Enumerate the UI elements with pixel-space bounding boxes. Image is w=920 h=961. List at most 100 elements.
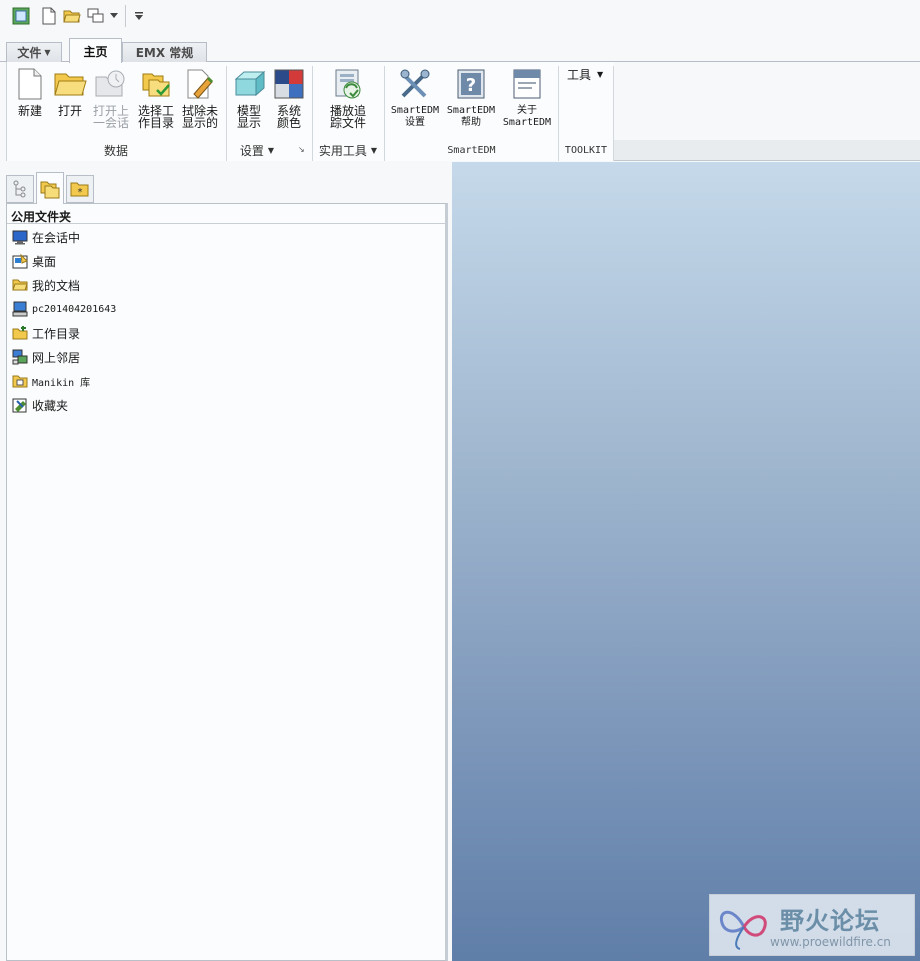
nav-item-working-directory[interactable]: 工作目录: [12, 323, 80, 343]
svg-text:?: ?: [466, 75, 476, 96]
butterfly-logo-icon: [719, 910, 767, 950]
chevron-down-icon: ▼: [370, 146, 378, 155]
nav-item-label: 桌面: [32, 254, 57, 269]
open-folder-icon[interactable]: [62, 6, 82, 26]
system-colors-button[interactable]: 系统 颜色: [271, 66, 307, 129]
tab-emx[interactable]: EMX 常规: [122, 42, 207, 62]
about-smartedm-label: 关于 SmartEDM: [502, 105, 552, 128]
tools-menu-label: 工具: [567, 68, 592, 82]
working-directory-icon: [139, 66, 173, 102]
new-button[interactable]: 新建: [12, 66, 48, 117]
tab-emx-label: EMX 常规: [135, 46, 194, 60]
smartedm-settings-button[interactable]: SmartEDM 设置: [390, 66, 440, 129]
nav-item-label: pc201404201643: [32, 303, 117, 315]
nav-item-manikin-library[interactable]: Manikin 库: [12, 371, 90, 391]
watermark-title: 野火论坛: [780, 907, 880, 935]
model-display-button[interactable]: 模型 显示: [231, 66, 267, 129]
library-folder-icon: [12, 373, 28, 389]
erase-not-displayed-button[interactable]: 拭除未 显示的: [180, 66, 220, 129]
navigator-pane: * 公用文件夹 在会话中 桌面 我的文档 pc201404201643 工作目录…: [6, 172, 448, 961]
favorites-folder-icon: *: [70, 182, 89, 198]
erase-icon: [183, 66, 217, 102]
computer-icon: [12, 301, 28, 317]
nav-item-in-session[interactable]: 在会话中: [12, 227, 80, 247]
chevron-down-icon: ▼: [597, 70, 604, 79]
about-smartedm-button[interactable]: 关于 SmartEDM: [502, 66, 552, 129]
system-colors-label: 系统 颜色: [276, 104, 301, 130]
nav-item-network[interactable]: 网上邻居: [12, 347, 80, 367]
new-button-label: 新建: [17, 104, 42, 118]
smartedm-help-button[interactable]: ? SmartEDM 帮助: [446, 66, 496, 129]
nav-item-desktop[interactable]: 桌面: [12, 251, 56, 271]
smartedm-settings-label: SmartEDM 设置: [390, 105, 440, 128]
new-file-icon: [13, 66, 47, 102]
customize-toolbar-icon[interactable]: [129, 6, 149, 26]
play-trail-file-label: 播放追 踪文件: [329, 104, 366, 130]
tab-home[interactable]: 主页: [69, 38, 122, 63]
nav-item-my-documents[interactable]: 我的文档: [12, 275, 80, 295]
group-label-data: 数据: [103, 144, 128, 158]
network-icon: [12, 349, 28, 365]
erase-not-displayed-label: 拭除未 显示的: [181, 104, 218, 130]
tab-file[interactable]: 文件 ▼: [6, 42, 62, 62]
svg-text:*: *: [78, 187, 83, 198]
play-trail-file-button[interactable]: 播放追 踪文件: [326, 66, 370, 129]
quick-access-toolbar: [0, 0, 920, 34]
nav-item-label: 工作目录: [32, 326, 81, 341]
dialog-launcher-icon[interactable]: ↘: [298, 145, 308, 155]
group-label-settings[interactable]: 设置 ▼: [227, 142, 287, 159]
select-working-directory-button[interactable]: 选择工 作目录: [136, 66, 176, 129]
toolbar-separator: [125, 5, 126, 27]
tools-menu[interactable]: 工具 ▼: [567, 66, 603, 83]
header-divider: [7, 223, 445, 224]
smartedm-help-label: SmartEDM 帮助: [446, 105, 496, 128]
tab-home-label: 主页: [83, 44, 108, 59]
nav-item-label: 在会话中: [32, 230, 81, 245]
ribbon-tab-row: 文件 ▼ 主页 EMX 常规: [0, 34, 920, 63]
model-tree-icon: [13, 180, 26, 198]
nav-item-computer[interactable]: pc201404201643: [12, 299, 116, 319]
open-last-session-button[interactable]: 打开上 一会话: [91, 66, 131, 129]
open-folder-icon: [53, 66, 87, 102]
tools-settings-icon: [398, 66, 432, 102]
about-icon: [510, 66, 544, 102]
graphics-window[interactable]: [452, 162, 920, 961]
help-icon: ?: [454, 66, 488, 102]
open-button-label: 打开: [57, 104, 82, 118]
open-session-icon: [94, 66, 128, 102]
new-file-icon[interactable]: [39, 6, 59, 26]
folder-open-icon: [12, 277, 28, 293]
folder-browser-panel: 公用文件夹 在会话中 桌面 我的文档 pc201404201643 工作目录 网…: [6, 203, 448, 961]
chevron-down-icon: ▼: [44, 48, 51, 57]
model-display-icon: [232, 66, 266, 102]
nav-item-label: 网上邻居: [32, 350, 81, 365]
work-folder-icon: [12, 325, 28, 341]
group-label-utilities[interactable]: 实用工具 ▼: [313, 142, 383, 159]
desktop-icon: [12, 253, 28, 269]
nav-item-label: Manikin 库: [32, 377, 91, 389]
favorites-icon: [12, 397, 28, 413]
nav-item-favorites[interactable]: 收藏夹: [12, 395, 68, 415]
windows-icon[interactable]: [86, 6, 106, 26]
group-label-utilities-text: 实用工具: [318, 144, 367, 158]
monitor-icon: [12, 229, 28, 245]
open-button[interactable]: 打开: [51, 66, 89, 117]
tab-model-tree[interactable]: [6, 175, 34, 203]
model-display-label: 模型 显示: [236, 104, 261, 130]
tab-folder-browser[interactable]: [36, 172, 64, 204]
forum-watermark: 野火论坛 www.proewildfire.cn: [709, 894, 915, 956]
watermark-url: www.proewildfire.cn: [770, 935, 891, 949]
group-label-settings-text: 设置: [239, 144, 264, 158]
app-window-icon[interactable]: [11, 6, 31, 26]
select-working-directory-label: 选择工 作目录: [137, 104, 174, 130]
folder-browser-icon: [40, 181, 60, 198]
tab-favorites[interactable]: *: [66, 175, 94, 203]
group-label-toolkit: TOOLKIT: [564, 145, 608, 156]
group-separator: [613, 66, 614, 161]
group-label-smartedm: SmartEDM: [447, 145, 496, 156]
nav-item-label: 收藏夹: [32, 398, 69, 413]
open-last-session-label: 打开上 一会话: [92, 104, 129, 130]
tab-file-label: 文件: [17, 46, 42, 60]
dropdown-arrow-icon[interactable]: [108, 6, 120, 26]
system-colors-icon: [272, 66, 306, 102]
